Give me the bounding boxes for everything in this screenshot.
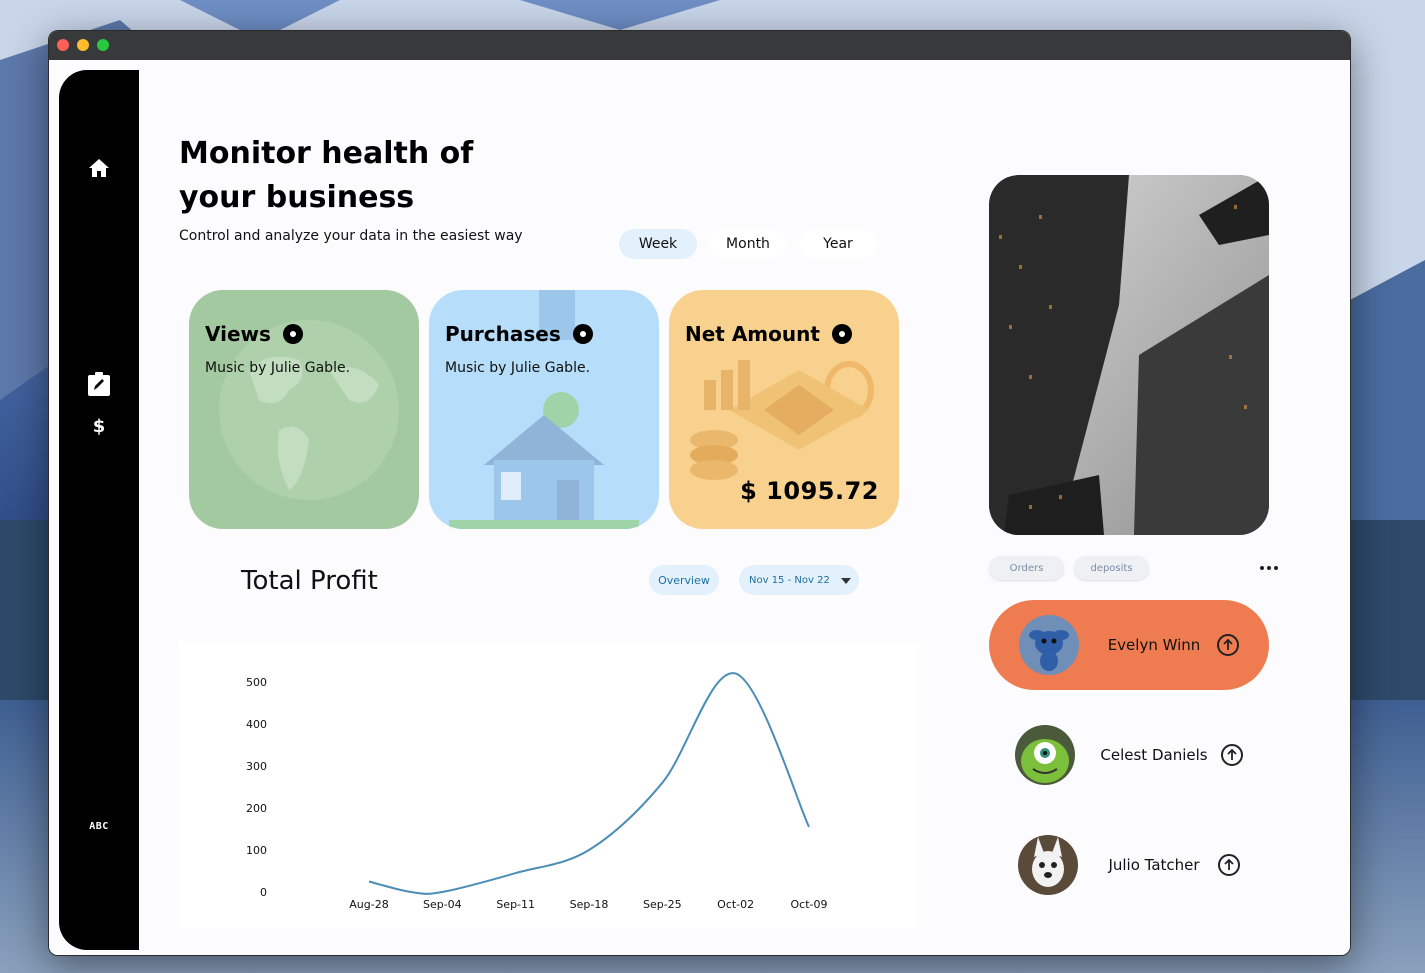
y-tick-label: 200 [246,802,267,815]
x-tick-label: Aug-28 [349,898,388,911]
disc-icon [282,324,303,344]
views-subtitle: Music by Julie Gable. [205,360,351,376]
total-profit-title: Total Profit [241,566,378,596]
net-amount-title: Net Amount [685,322,852,346]
zoom-window-button[interactable] [97,39,109,51]
person-row-evelyn-winn[interactable]: Evelyn Winn [989,600,1269,690]
y-tick-label: 100 [246,844,267,857]
more-options-icon[interactable] [1257,558,1281,578]
home-icon[interactable] [87,156,111,180]
y-tick-label: 400 [246,718,267,731]
net-amount-card[interactable]: Net Amount $ 1095.72 [669,290,899,529]
y-tick-label: 500 [246,676,267,689]
deposits-filter[interactable]: deposits [1074,556,1149,580]
arrow-up-icon[interactable] [1218,854,1240,876]
views-card[interactable]: Views Music by Julie Gable. [189,290,419,529]
x-tick-label: Sep-11 [496,898,535,911]
close-window-button[interactable] [57,39,69,51]
city-photo [989,175,1269,535]
arrow-up-icon[interactable] [1221,744,1243,766]
y-tick-label: 300 [246,760,267,773]
views-title: Views [205,322,303,346]
tab-month[interactable]: Month [709,229,787,259]
purchases-title-text: Purchases [445,322,561,346]
purchases-subtitle: Music by Julie Gable. [445,360,591,376]
disc-icon [572,324,593,344]
profit-chart-svg: 0 100 200 300 400 500 Aug-28 Sep-04 Sep-11 Sep-18… [246,672,828,911]
tab-week[interactable]: Week [619,229,697,259]
views-title-text: Views [205,322,271,346]
period-tabs: Week Month Year [619,229,877,259]
person-name: Celest Daniels [1100,746,1208,764]
purchases-card[interactable]: Purchases Music by Julie Gable. [429,290,659,529]
disc-icon [831,324,852,344]
profit-series-line [368,672,810,895]
person-row-celest-daniels[interactable]: Celest Daniels [989,710,1269,800]
app-window: $ ABC Monitor health of your business Co… [48,30,1351,956]
net-amount-title-text: Net Amount [685,322,820,346]
x-tick-label: Sep-04 [423,898,462,911]
avatar [1019,615,1079,675]
skyscrapers-image [989,175,1269,535]
date-range-label: Nov 15 - Nov 22 [749,574,830,586]
window-titlebar [49,31,1350,60]
page-subtitle: Control and analyze your data in the eas… [179,228,523,244]
x-tick-label: Sep-18 [570,898,609,911]
x-tick-label: Oct-09 [791,898,828,911]
person-name: Julio Tatcher [1108,856,1200,874]
x-tick-label: Oct-02 [717,898,754,911]
x-tick-label: Sep-25 [643,898,682,911]
tab-year[interactable]: Year [799,229,877,259]
person-row-julio-tatcher[interactable]: Julio Tatcher [989,820,1269,910]
dollar-icon[interactable]: $ [87,414,111,438]
y-tick-label: 0 [260,886,267,899]
sidebar: $ ABC [59,70,139,950]
app-content: $ ABC Monitor health of your business Co… [49,60,1350,955]
svg-text:$: $ [93,416,106,436]
purchases-title: Purchases [445,322,593,346]
profit-chart: 0 100 200 300 400 500 Aug-28 Sep-04 Sep-11 Sep-18… [179,642,919,928]
avatar [1018,835,1078,895]
orders-filter[interactable]: Orders [989,556,1064,580]
abc-label[interactable]: ABC [81,821,117,832]
clipboard-edit-icon[interactable] [87,372,111,396]
arrow-up-icon[interactable] [1217,634,1239,656]
avatar [1015,725,1075,785]
date-range-dropdown[interactable]: Nov 15 - Nov 22 [739,565,859,595]
minimize-window-button[interactable] [77,39,89,51]
overview-button[interactable]: Overview [649,565,719,595]
chevron-down-icon [841,578,851,584]
page-title: Monitor health of your business [179,136,474,215]
net-amount-value: $ 1095.72 [740,477,879,505]
person-name: Evelyn Winn [1107,636,1201,654]
